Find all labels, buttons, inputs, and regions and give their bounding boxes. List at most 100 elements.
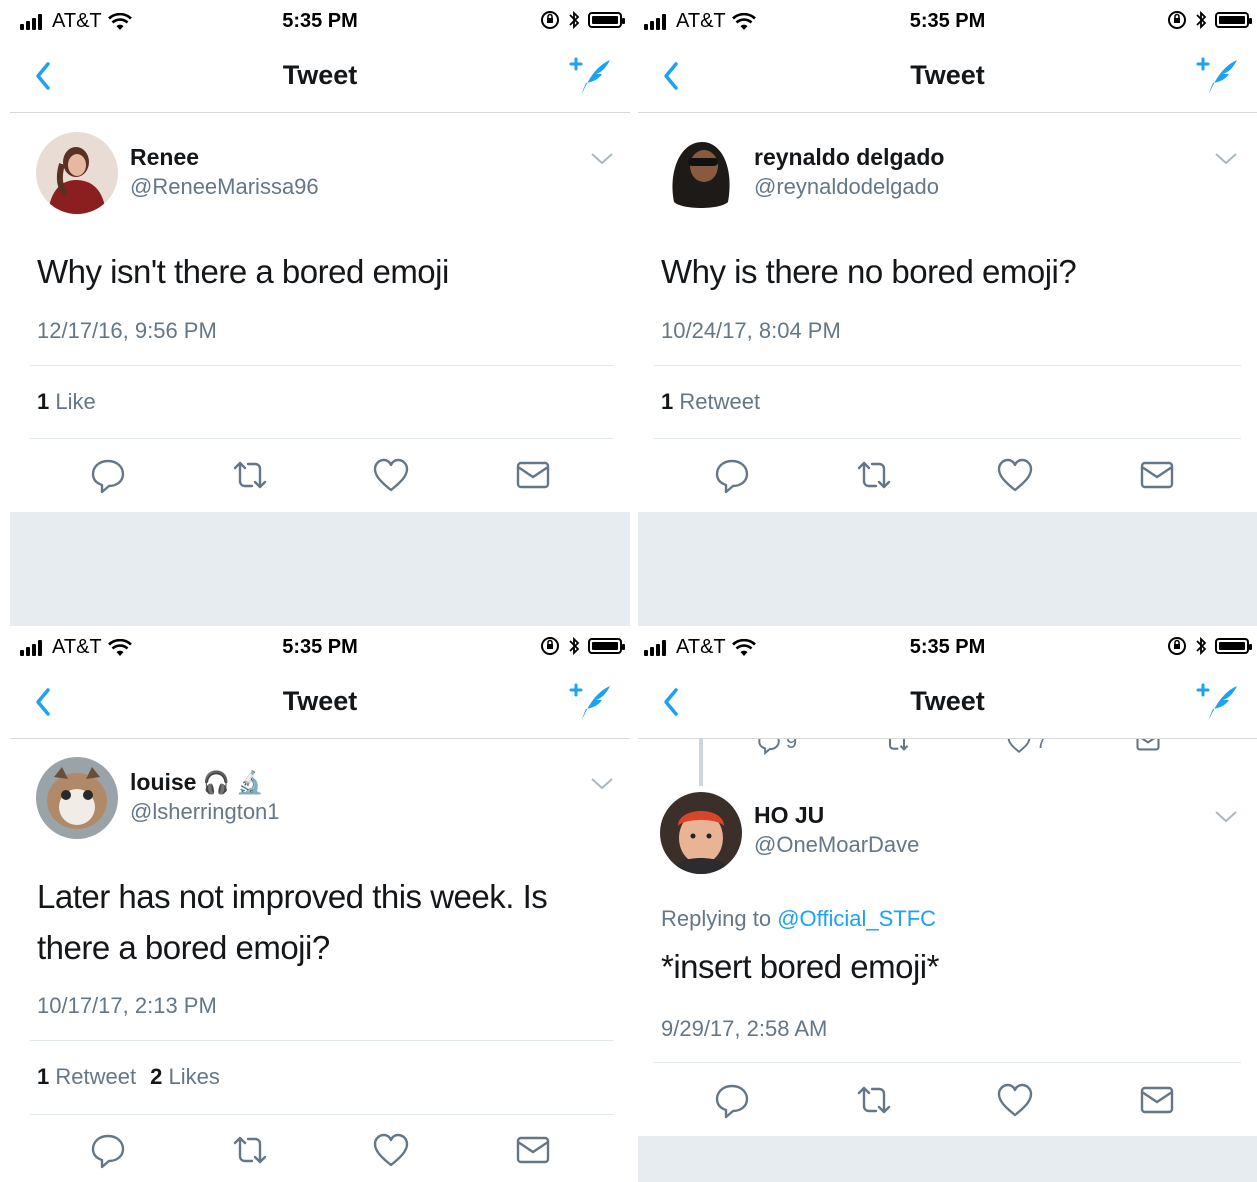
action-bar bbox=[10, 445, 630, 505]
compose-tweet-icon[interactable] bbox=[1193, 680, 1241, 724]
action-bar bbox=[638, 445, 1257, 505]
replying-prefix: Replying to bbox=[661, 906, 772, 931]
retweets-label: Retweet bbox=[679, 389, 761, 414]
battery-icon bbox=[588, 638, 625, 654]
page-title: Tweet bbox=[910, 60, 985, 90]
likes-stat[interactable]: 1 Like bbox=[37, 389, 96, 415]
divider bbox=[30, 1114, 614, 1115]
timestamp: 9/29/17, 2:58 AM bbox=[661, 1016, 828, 1041]
chevron-down-icon[interactable] bbox=[1214, 810, 1238, 824]
battery-icon bbox=[1215, 12, 1252, 28]
user-handle[interactable]: @OneMoarDave bbox=[754, 832, 919, 858]
heart-icon[interactable] bbox=[995, 1080, 1035, 1120]
replying-to: Replying to @Official_STFC bbox=[661, 906, 936, 932]
compose-tweet-icon[interactable] bbox=[566, 54, 614, 98]
retweet-icon[interactable] bbox=[883, 739, 911, 755]
battery-icon bbox=[588, 12, 625, 28]
avatar[interactable] bbox=[660, 792, 742, 874]
rotation-lock-icon bbox=[540, 10, 560, 30]
tweet-text-line: there a bored emoji? bbox=[37, 929, 330, 966]
retweet-icon[interactable] bbox=[230, 455, 270, 495]
avatar[interactable] bbox=[660, 132, 742, 214]
nav-bar: Tweet bbox=[10, 670, 630, 739]
heart-icon[interactable] bbox=[371, 1130, 411, 1170]
heart-icon[interactable] bbox=[995, 455, 1035, 495]
user-handle[interactable]: @reynaldodelgado bbox=[754, 174, 939, 200]
tweet-text-line: *insert bored emoji* bbox=[661, 948, 939, 985]
reply-icon[interactable] bbox=[88, 455, 128, 495]
thread-line bbox=[699, 738, 703, 786]
chevron-down-icon[interactable] bbox=[1214, 152, 1238, 166]
heart-icon[interactable] bbox=[1006, 739, 1032, 755]
bluetooth-icon bbox=[568, 636, 580, 656]
clock: 5:35 PM bbox=[909, 636, 986, 658]
retweets-count: 1 bbox=[37, 1064, 50, 1089]
retweets-label: Retweet bbox=[55, 1064, 137, 1089]
gray-spacer bbox=[10, 512, 630, 626]
tweet-stats[interactable]: 1 Like bbox=[37, 389, 96, 415]
gray-spacer bbox=[638, 1136, 1257, 1182]
reply-count: 9 bbox=[786, 738, 798, 753]
envelope-icon[interactable] bbox=[513, 1130, 553, 1170]
heart-icon[interactable] bbox=[371, 455, 411, 495]
bluetooth-icon bbox=[1195, 10, 1207, 30]
name-emoji: 🎧 🔬 bbox=[202, 769, 264, 795]
avatar[interactable] bbox=[36, 757, 118, 839]
retweet-icon[interactable] bbox=[230, 1130, 270, 1170]
reply-icon[interactable] bbox=[712, 455, 752, 495]
likes-label: Likes bbox=[168, 1064, 220, 1089]
compose-tweet-icon[interactable] bbox=[566, 680, 614, 724]
user-handle[interactable]: @lsherrington1 bbox=[130, 799, 280, 825]
previous-tweet-actions: 9 7 bbox=[638, 738, 1257, 755]
display-name[interactable]: Renee bbox=[130, 144, 199, 171]
rotation-lock-icon bbox=[540, 636, 560, 656]
likes-stat[interactable]: 2 Likes bbox=[150, 1064, 220, 1090]
page-title: Tweet bbox=[282, 60, 358, 90]
retweets-stat[interactable]: 1 Retweet bbox=[661, 389, 760, 415]
bluetooth-icon bbox=[1195, 636, 1207, 656]
display-name[interactable]: louise bbox=[130, 769, 196, 796]
nav-bar: Tweet bbox=[638, 44, 1257, 113]
retweet-icon[interactable] bbox=[854, 455, 894, 495]
nav-bar: Tweet bbox=[10, 44, 630, 113]
timestamp: 10/24/17, 8:04 PM bbox=[661, 318, 841, 343]
chevron-down-icon[interactable] bbox=[590, 152, 614, 166]
reply-icon[interactable] bbox=[712, 1080, 752, 1120]
avatar[interactable] bbox=[36, 132, 118, 214]
compose-tweet-icon[interactable] bbox=[1193, 54, 1241, 98]
retweet-icon[interactable] bbox=[854, 1080, 894, 1120]
action-bar bbox=[10, 1120, 630, 1180]
tweet-text: Why isn't there a bored emoji bbox=[37, 246, 449, 297]
tweet-text: Later has not improved this week. Is the… bbox=[37, 871, 548, 973]
tweet-panel-ho-ju: AT&T 5:35 PM Tweet 9 7 HO JU @OneMoarDav… bbox=[638, 626, 1257, 1182]
action-bar bbox=[638, 1070, 1257, 1130]
rotation-lock-icon bbox=[1167, 636, 1187, 656]
divider bbox=[654, 365, 1241, 366]
envelope-icon[interactable] bbox=[513, 455, 553, 495]
reply-icon[interactable] bbox=[756, 739, 782, 755]
display-name[interactable]: reynaldo delgado bbox=[754, 144, 944, 171]
display-name[interactable]: HO JU bbox=[754, 802, 824, 829]
tweet-text-line: Later has not improved this week. Is bbox=[37, 878, 548, 915]
reply-icon[interactable] bbox=[88, 1130, 128, 1170]
status-bar: AT&T 5:35 PM bbox=[10, 0, 630, 44]
chevron-down-icon[interactable] bbox=[590, 777, 614, 791]
tweet-text: Why is there no bored emoji? bbox=[661, 246, 1077, 297]
clock: 5:35 PM bbox=[282, 636, 358, 658]
envelope-icon[interactable] bbox=[1134, 739, 1162, 755]
divider bbox=[654, 1062, 1241, 1063]
tweet-stats[interactable]: 1 Retweet 2 Likes bbox=[37, 1064, 220, 1090]
retweets-stat[interactable]: 1 Retweet bbox=[37, 1064, 136, 1090]
envelope-icon[interactable] bbox=[1137, 455, 1177, 495]
clock: 5:35 PM bbox=[909, 10, 986, 32]
tweet-stats[interactable]: 1 Retweet bbox=[661, 389, 760, 415]
likes-label: Like bbox=[55, 389, 96, 414]
divider bbox=[654, 438, 1241, 439]
page-title: Tweet bbox=[910, 686, 985, 716]
replying-to-link[interactable]: @Official_STFC bbox=[777, 906, 936, 931]
status-bar: AT&T 5:35 PM bbox=[10, 626, 630, 670]
envelope-icon[interactable] bbox=[1137, 1080, 1177, 1120]
battery-icon bbox=[1215, 638, 1252, 654]
user-handle[interactable]: @ReneeMarissa96 bbox=[130, 174, 319, 200]
tweet-text-line: Why is there no bored emoji? bbox=[661, 253, 1077, 290]
